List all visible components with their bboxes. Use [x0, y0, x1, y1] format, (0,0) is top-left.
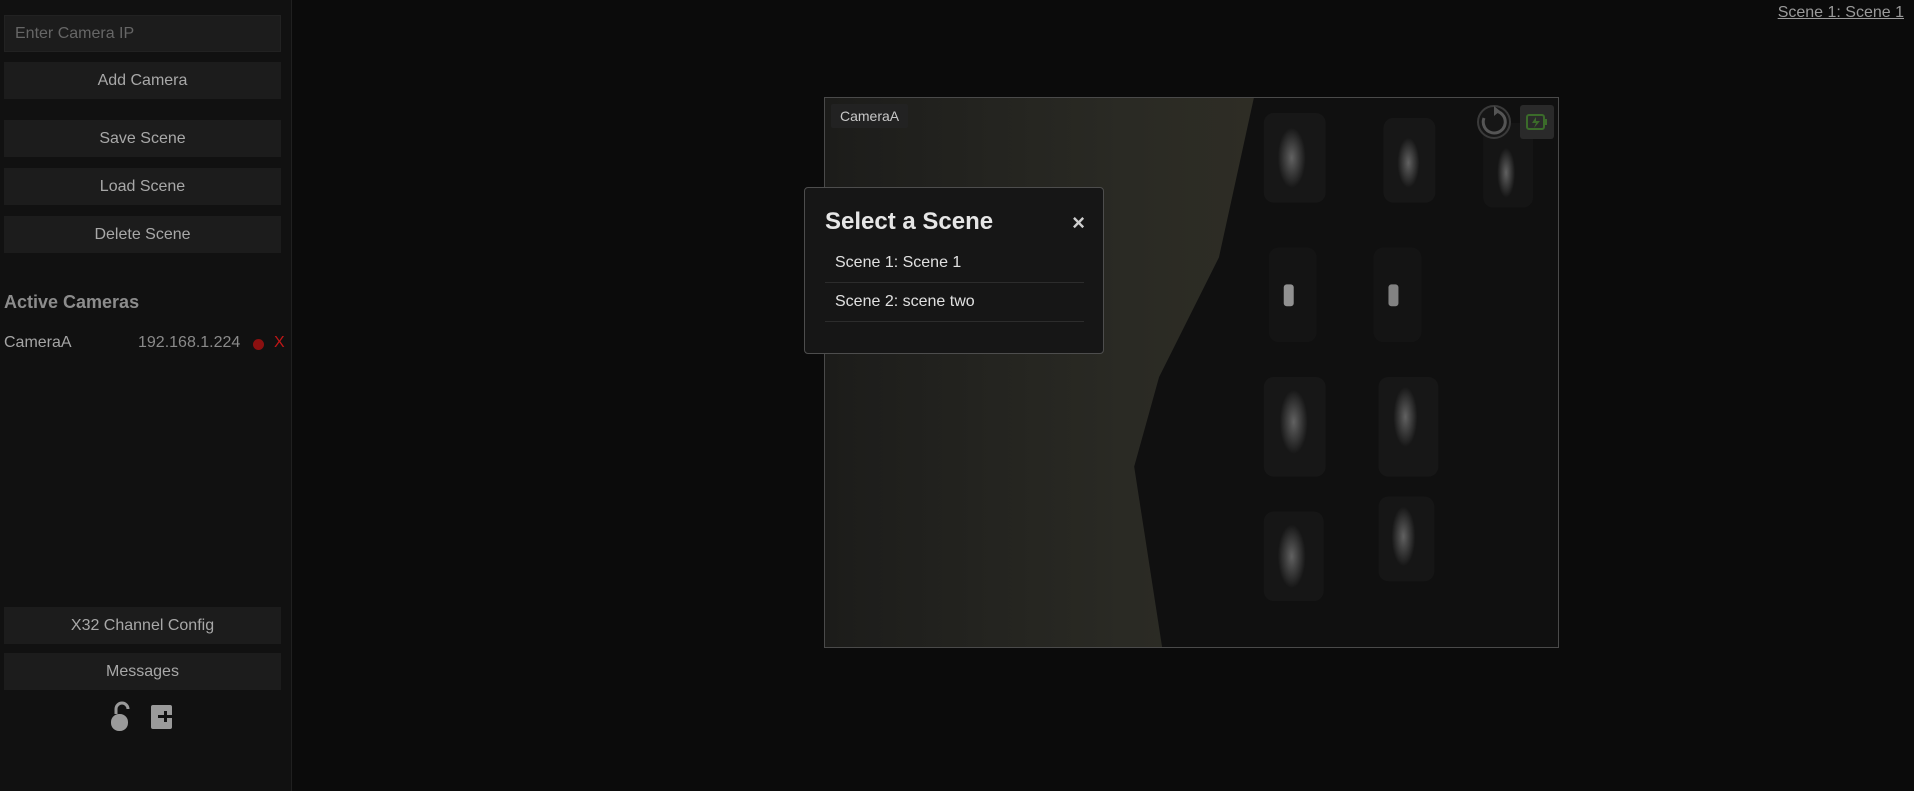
camera-name: CameraA: [4, 334, 72, 351]
camera-feed-image: [825, 98, 1558, 647]
camera-ip-input[interactable]: [4, 15, 281, 52]
messages-button[interactable]: Messages: [4, 653, 281, 690]
refresh-icon[interactable]: [1474, 102, 1514, 147]
camera-list-item: CameraA 192.168.1.224 X: [4, 332, 285, 354]
sidebar-footer-icons: [108, 700, 178, 734]
delete-scene-button[interactable]: Delete Scene: [4, 216, 281, 253]
lock-icon[interactable]: [108, 700, 134, 739]
remove-camera-button[interactable]: X: [274, 334, 285, 352]
logout-icon[interactable]: [150, 704, 174, 735]
flash-icon[interactable]: [1520, 105, 1554, 139]
sidebar: Add Camera Save Scene Load Scene Delete …: [0, 0, 292, 791]
save-scene-button[interactable]: Save Scene: [4, 120, 281, 157]
load-scene-button[interactable]: Load Scene: [4, 168, 281, 205]
active-cameras-heading: Active Cameras: [4, 292, 140, 312]
close-icon[interactable]: ×: [1072, 210, 1085, 236]
camera-label: CameraA: [831, 104, 909, 128]
add-camera-button[interactable]: Add Camera: [4, 62, 281, 99]
select-scene-modal: Select a Scene × Scene 1: Scene 1 Scene …: [804, 187, 1104, 354]
status-dot-icon: [253, 339, 264, 350]
x32-channel-config-button[interactable]: X32 Channel Config: [4, 607, 281, 644]
modal-title: Select a Scene: [825, 208, 994, 235]
camera-ip: 192.168.1.224: [138, 334, 241, 351]
scene-option-1[interactable]: Scene 1: Scene 1: [825, 244, 1084, 283]
current-scene-link[interactable]: Scene 1: Scene 1: [1778, 4, 1904, 22]
scene-option-2[interactable]: Scene 2: scene two: [825, 283, 1084, 322]
camera-feed-panel: CameraA: [824, 97, 1559, 648]
